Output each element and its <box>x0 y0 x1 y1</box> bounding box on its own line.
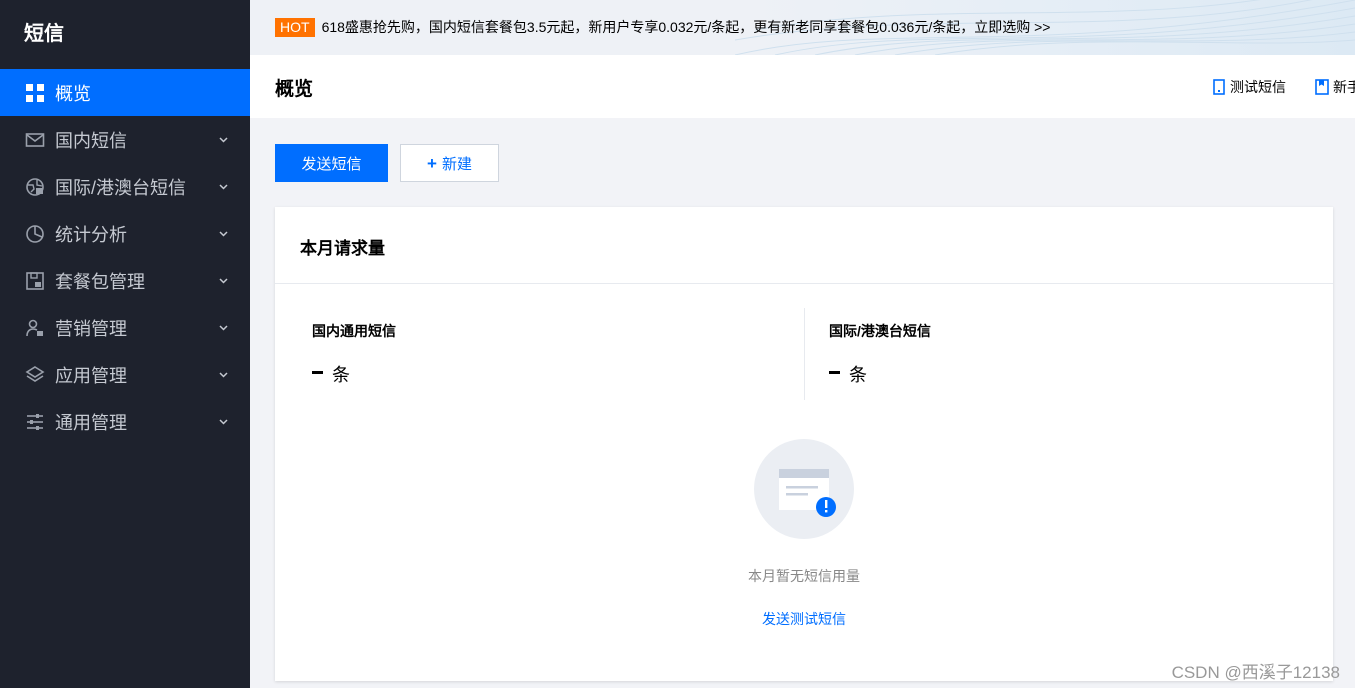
new-button[interactable]: + 新建 <box>400 144 499 182</box>
banner-content[interactable]: HOT 618盛惠抢先购，国内短信套餐包3.5元起，新用户专享0.032元/条起… <box>275 17 1050 37</box>
sidebar-item-general-management[interactable]: 通用管理 <box>0 398 250 445</box>
empty-value-dash <box>829 370 840 374</box>
test-sms-label: 测试短信 <box>1230 79 1286 95</box>
plus-icon: + <box>427 153 437 173</box>
sidebar: 短信 概览 国内短信 国际/港澳台短信 统计分析 套餐包管理 营销管理 应用管理… <box>0 0 250 688</box>
sidebar-item-packages[interactable]: 套餐包管理 <box>0 257 250 304</box>
empty-value-dash <box>312 370 323 374</box>
page-header: 概览 测试短信 新手 <box>250 55 1355 118</box>
sidebar-item-app-management[interactable]: 应用管理 <box>0 351 250 398</box>
send-test-sms-link[interactable]: 发送测试短信 <box>275 609 1333 629</box>
page-title: 概览 <box>275 79 314 100</box>
stat-value: 条 <box>312 361 396 387</box>
stat-value: 条 <box>829 361 931 387</box>
sidebar-item-international-sms[interactable]: 国际/港澳台短信 <box>0 163 250 210</box>
promo-banner[interactable]: HOT 618盛惠抢先购，国内短信套餐包3.5元起，新用户专享0.032元/条起… <box>250 0 1355 55</box>
beginner-guide-link[interactable]: 新手 <box>1315 77 1355 97</box>
sidebar-title: 短信 <box>24 23 64 45</box>
sidebar-item-label: 营销管理 <box>55 318 127 339</box>
banner-text[interactable]: 618盛惠抢先购，国内短信套餐包3.5元起，新用户专享0.032元/条起，更有新… <box>322 17 1051 37</box>
sidebar-item-statistics[interactable]: 统计分析 <box>0 210 250 257</box>
layers-icon <box>24 364 46 386</box>
sidebar-item-label: 通用管理 <box>55 412 127 433</box>
user-group-icon <box>24 317 46 339</box>
divider <box>804 308 805 400</box>
sidebar-item-domestic-sms[interactable]: 国内短信 <box>0 116 250 163</box>
stat-label: 国际/港澳台短信 <box>829 323 931 339</box>
sidebar-item-label: 国内短信 <box>55 130 127 151</box>
chevron-down-icon <box>218 370 228 380</box>
sidebar-item-label: 应用管理 <box>55 365 127 386</box>
globe-icon <box>24 176 46 198</box>
chevron-down-icon <box>218 182 228 192</box>
monthly-requests-card: 本月请求量 国内通用短信 条 国际/港澳台短信 条 本月暂无短信用量 发送测试短… <box>275 207 1333 681</box>
hot-badge: HOT <box>275 17 315 37</box>
watermark: CSDN @西溪子12138 <box>1171 663 1340 682</box>
sidebar-item-label: 套餐包管理 <box>55 271 145 292</box>
grid-icon <box>24 82 46 104</box>
empty-document-icon <box>779 469 836 517</box>
empty-state-text: 本月暂无短信用量 <box>748 568 860 584</box>
sliders-icon <box>24 411 46 433</box>
beginner-guide-label: 新手 <box>1333 79 1355 95</box>
chevron-down-icon <box>218 229 228 239</box>
sidebar-item-label: 国际/港澳台短信 <box>55 177 187 198</box>
stat-international: 国际/港澳台短信 条 <box>829 321 931 387</box>
mail-icon <box>24 129 46 151</box>
stat-domestic: 国内通用短信 条 <box>312 321 396 387</box>
empty-state-illustration <box>754 439 854 539</box>
book-icon <box>1315 79 1329 95</box>
stat-unit: 条 <box>849 365 867 385</box>
chevron-down-icon <box>218 417 228 427</box>
package-icon <box>24 270 46 292</box>
sidebar-item-label: 概览 <box>55 83 91 104</box>
chevron-down-icon <box>218 323 228 333</box>
stat-label: 国内通用短信 <box>312 323 396 339</box>
pie-chart-icon <box>24 223 46 245</box>
sidebar-item-overview[interactable]: 概览 <box>0 69 250 116</box>
divider <box>275 283 1333 284</box>
card-title: 本月请求量 <box>300 239 385 258</box>
test-sms-link[interactable]: 测试短信 <box>1212 77 1286 97</box>
chevron-down-icon <box>218 276 228 286</box>
send-sms-button[interactable]: 发送短信 <box>275 144 388 182</box>
sidebar-item-marketing[interactable]: 营销管理 <box>0 304 250 351</box>
sidebar-item-label: 统计分析 <box>55 224 127 245</box>
new-button-label: 新建 <box>441 155 472 173</box>
chevron-down-icon <box>218 135 228 145</box>
phone-icon <box>1213 79 1225 95</box>
stat-unit: 条 <box>332 365 350 385</box>
